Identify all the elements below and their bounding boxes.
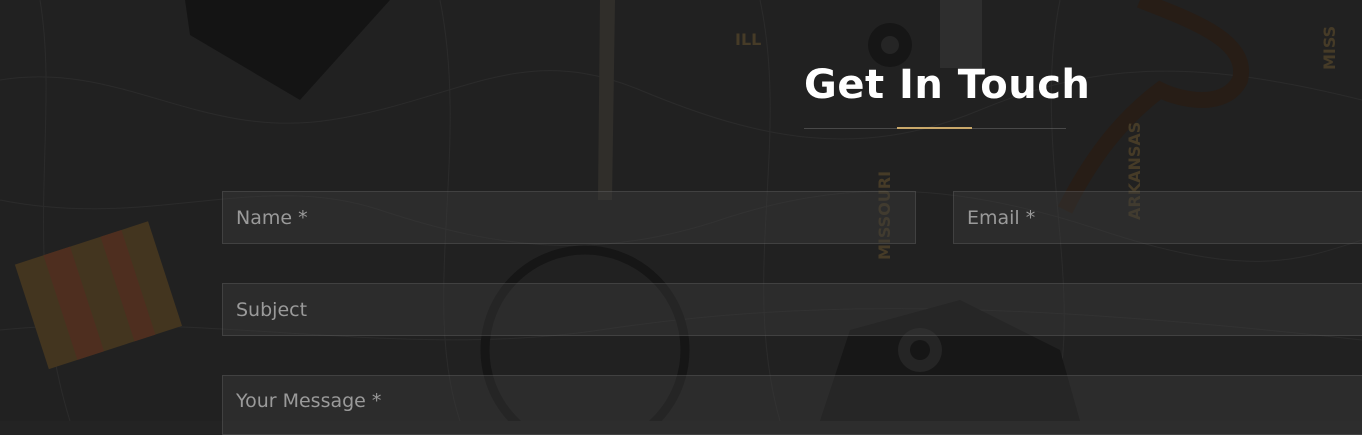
- section-heading: Get In Touch: [804, 56, 1091, 129]
- heading-accent-line: [897, 127, 972, 129]
- email-input[interactable]: [953, 191, 1362, 244]
- name-input[interactable]: [222, 191, 916, 244]
- page-title: Get In Touch: [804, 62, 1091, 108]
- subject-input[interactable]: [222, 283, 1362, 336]
- message-textarea[interactable]: [222, 375, 1362, 435]
